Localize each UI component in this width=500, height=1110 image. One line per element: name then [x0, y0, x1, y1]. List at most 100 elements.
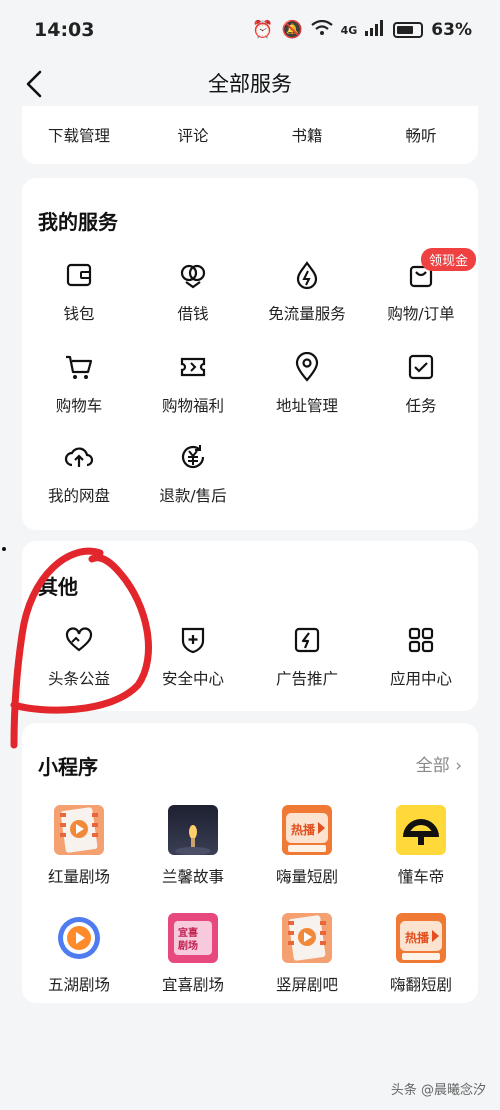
service-cloud-disk[interactable]: 我的网盘 [22, 440, 136, 506]
back-button[interactable] [20, 64, 60, 104]
heart-charity-icon [62, 623, 96, 657]
other-label: 广告推广 [275, 670, 338, 688]
wifi-icon [310, 19, 333, 41]
service-label: 购物车 [55, 397, 103, 415]
shortcut-listen[interactable]: 畅听 [364, 124, 478, 146]
shortcut-label: 书籍 [291, 127, 323, 145]
svg-text:剧场: 剧场 [178, 939, 198, 952]
mini-wuhu[interactable]: 五湖剧场 [22, 913, 136, 995]
mini-label: 红量剧场 [47, 868, 110, 886]
mini-lanxin[interactable]: 兰馨故事 [136, 805, 250, 887]
mini-label: 五湖剧场 [47, 976, 110, 994]
mini-shuping[interactable]: 竖屏剧吧 [250, 913, 364, 995]
film-orange-icon [282, 913, 332, 963]
chevron-left-icon [26, 70, 42, 98]
shortcut-label: 畅听 [405, 127, 437, 145]
loan-icon [176, 258, 210, 292]
mini-label: 宜喜剧场 [161, 976, 224, 994]
service-label: 地址管理 [275, 397, 338, 415]
mini-label: 懂车帝 [397, 868, 445, 886]
mini-label: 兰馨故事 [161, 868, 224, 886]
candle-dark-icon [168, 805, 218, 855]
play-circle-icon [54, 913, 104, 963]
mini-programs-card: 小程序 全部 › 红量剧场 兰馨故事 热播 嗨量短剧 懂车帝 五湖剧场 宜喜 剧场 [22, 723, 478, 1003]
refund-icon [176, 440, 210, 474]
my-services-card: 我的服务 钱包 借钱 免流量服务 购物/订单 领现金 购物车 购物福利 地址管理… [22, 178, 478, 530]
section-title: 小程序 [38, 755, 98, 779]
service-data-free[interactable]: 免流量服务 [250, 258, 364, 324]
service-label: 任务 [405, 397, 437, 415]
status-bar: 14:03 ⏰ 🔕 4G 63% [0, 0, 500, 60]
other-apps[interactable]: 应用中心 [364, 623, 478, 689]
service-tasks[interactable]: 任务 [364, 350, 478, 416]
shortcut-books[interactable]: 书籍 [250, 124, 364, 146]
other-charity[interactable]: 头条公益 [22, 623, 136, 689]
service-cart[interactable]: 购物车 [22, 350, 136, 416]
lightning-icon [290, 623, 324, 657]
location-icon [290, 350, 324, 384]
section-title: 其他 [38, 575, 78, 599]
cash-badge[interactable]: 领现金 [420, 248, 476, 271]
battery-percent: 63% [431, 20, 472, 40]
nav-bar: 全部服务 [0, 60, 500, 106]
hot-drama-icon: 热播 [396, 913, 446, 963]
cart-icon [62, 350, 96, 384]
other-ads[interactable]: 广告推广 [250, 623, 364, 689]
apps-grid-icon [404, 623, 438, 657]
watermark: 头条 @晨曦念汐 [390, 1083, 486, 1098]
service-refund[interactable]: 退款/售后 [136, 440, 250, 506]
hot-drama-icon: 热播 [282, 805, 332, 855]
other-label: 头条公益 [47, 670, 110, 688]
mini-all-link[interactable]: 全部 › [416, 751, 462, 776]
other-card: 其他 头条公益 安全中心 广告推广 应用中心 [22, 541, 478, 711]
service-label: 购物/订单 [387, 305, 455, 323]
coupon-icon [176, 350, 210, 384]
shortcut-label: 评论 [177, 127, 209, 145]
mini-dongchedi[interactable]: 懂车帝 [364, 805, 478, 887]
other-label: 安全中心 [161, 670, 224, 688]
status-icons: ⏰ 🔕 4G 63% [252, 19, 472, 41]
wallet-icon [62, 258, 96, 292]
svg-text:热播: 热播 [405, 930, 430, 945]
top-shortcuts-card: 下载管理 评论 书籍 畅听 [22, 106, 478, 164]
service-loan[interactable]: 借钱 [136, 258, 250, 324]
other-security[interactable]: 安全中心 [136, 623, 250, 689]
section-title: 我的服务 [38, 210, 118, 234]
mini-yixi[interactable]: 宜喜 剧场 宜喜剧场 [136, 913, 250, 995]
signal-label: 4G [340, 23, 358, 37]
shortcut-label: 下载管理 [47, 127, 110, 145]
yixi-theater-icon: 宜喜 剧场 [168, 913, 218, 963]
task-check-icon [404, 350, 438, 384]
data-free-icon [290, 258, 324, 292]
service-label: 退款/售后 [159, 487, 227, 505]
service-orders[interactable]: 购物/订单 领现金 [364, 248, 478, 324]
status-time: 14:03 [34, 19, 95, 41]
service-coupon[interactable]: 购物福利 [136, 350, 250, 416]
mini-label: 竖屏剧吧 [275, 976, 338, 994]
mini-hailiang[interactable]: 热播 嗨量短剧 [250, 805, 364, 887]
film-orange-icon [54, 805, 104, 855]
service-label: 借钱 [177, 305, 209, 323]
cloud-upload-icon [62, 440, 96, 474]
small-dot [2, 547, 6, 551]
dongchedi-icon [396, 805, 446, 855]
mini-label: 嗨翻短剧 [389, 976, 452, 994]
shortcut-comment[interactable]: 评论 [136, 124, 250, 146]
service-label: 我的网盘 [47, 487, 110, 505]
signal-icon [365, 19, 385, 41]
service-wallet[interactable]: 钱包 [22, 258, 136, 324]
mute-icon: 🔕 [281, 20, 303, 40]
mini-label: 嗨量短剧 [275, 868, 338, 886]
battery-icon [393, 22, 424, 38]
service-label: 免流量服务 [268, 305, 346, 323]
service-address[interactable]: 地址管理 [250, 350, 364, 416]
service-label: 购物福利 [161, 397, 224, 415]
shortcut-download[interactable]: 下载管理 [22, 124, 136, 146]
svg-text:热播: 热播 [291, 822, 316, 837]
svg-text:宜喜: 宜喜 [178, 926, 198, 939]
shield-plus-icon [176, 623, 210, 657]
page-title: 全部服务 [208, 72, 292, 96]
mini-haifan[interactable]: 热播 嗨翻短剧 [364, 913, 478, 995]
alarm-icon: ⏰ [252, 20, 274, 40]
mini-hongliang[interactable]: 红量剧场 [22, 805, 136, 887]
